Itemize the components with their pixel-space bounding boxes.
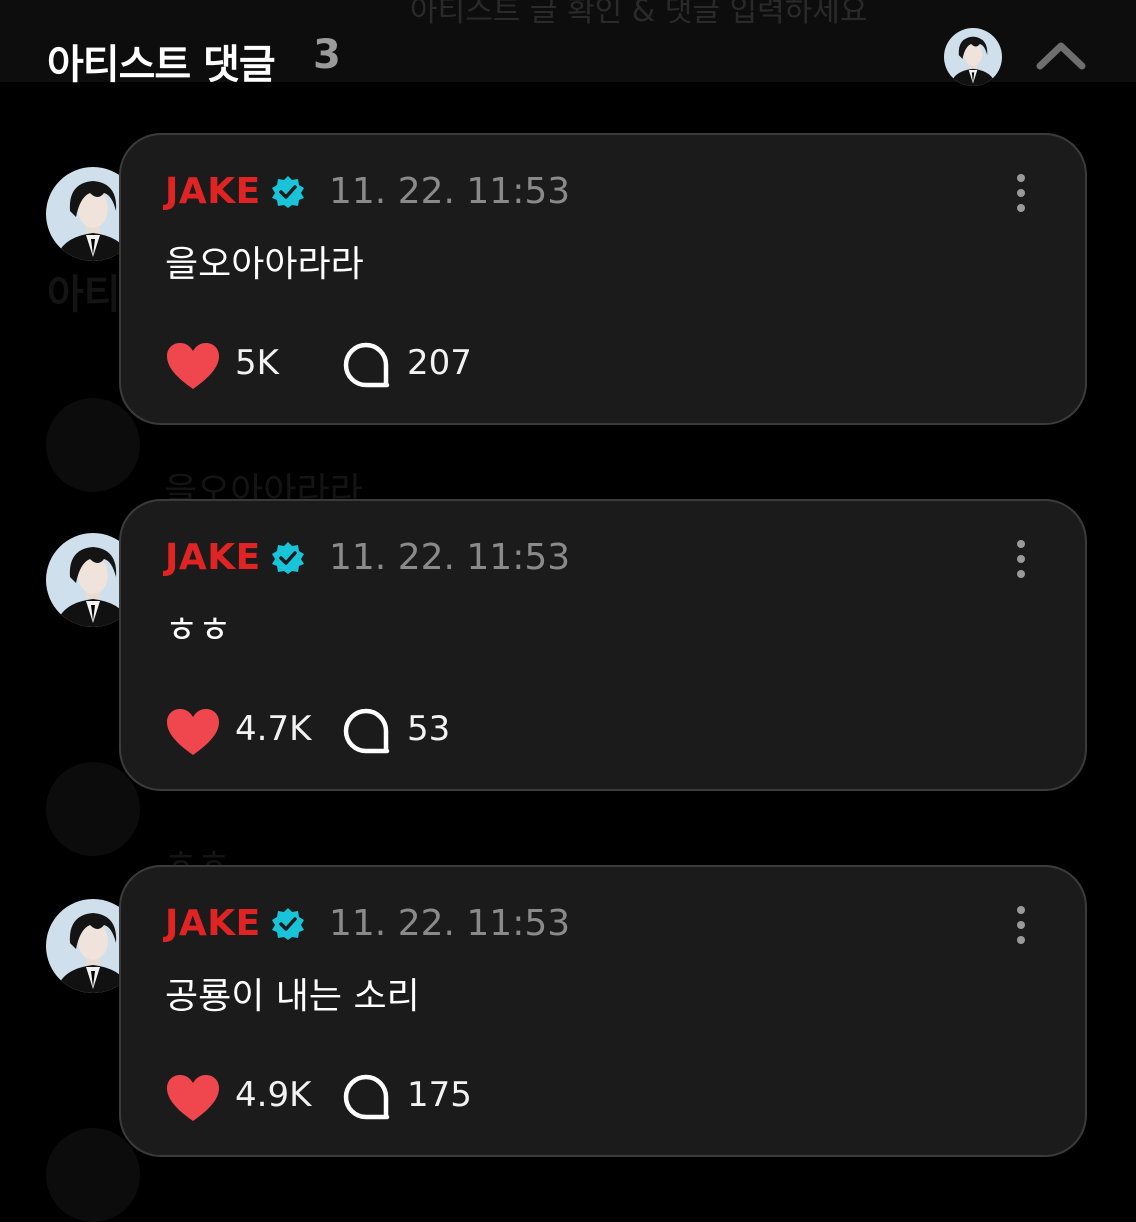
verified-badge-icon [272,176,304,208]
chevron-up-icon[interactable] [1034,36,1088,76]
comment-text: 공룡이 내는 소리 [165,976,420,1017]
heart-icon[interactable] [165,341,221,391]
top-cut-text: 아티스트 글 확인 & 댓글 입력하세요 [410,0,868,29]
comment-card[interactable]: JAKE 11. 22. 11:53 을오아아라라 5K 207 [119,133,1087,425]
like-count: 5K [235,343,279,383]
comment-card[interactable]: JAKE 11. 22. 11:53 공룡이 내는 소리 4.9K 175 [119,865,1087,1157]
heart-icon[interactable] [165,1073,221,1123]
author-name[interactable]: JAKE [165,537,261,578]
speech-bubble-icon[interactable] [341,341,391,391]
reply-count: 53 [407,709,451,749]
speech-bubble-icon[interactable] [341,707,391,757]
reply-count: 175 [407,1075,472,1115]
verified-badge-icon [272,908,304,940]
comment-count: 3 [313,32,341,78]
like-count: 4.7K [235,709,312,749]
comment-timestamp: 11. 22. 11:53 [329,537,571,578]
avatar[interactable] [944,28,1002,86]
background-echo-avatar [46,398,140,492]
more-vertical-icon[interactable] [1009,539,1033,579]
speech-bubble-icon[interactable] [341,1073,391,1123]
reply-count: 207 [407,343,472,383]
comment-timestamp: 11. 22. 11:53 [329,171,571,212]
more-vertical-icon[interactable] [1009,905,1033,945]
more-vertical-icon[interactable] [1009,173,1033,213]
comment-timestamp: 11. 22. 11:53 [329,903,571,944]
background-echo-avatar [46,1128,140,1222]
page-title: 아티스트 댓글 [47,42,276,88]
heart-icon[interactable] [165,707,221,757]
background-echo-avatar [46,762,140,856]
author-name[interactable]: JAKE [165,171,261,212]
verified-badge-icon [272,542,304,574]
like-count: 4.9K [235,1075,312,1115]
header-bar: 아티스트 글 확인 & 댓글 입력하세요 아티스트 댓글 3 [0,0,1136,88]
avatar-portrait-icon [944,28,1002,86]
comment-text: ㅎㅎ [165,610,232,651]
comment-text: 을오아아라라 [165,244,364,285]
author-name[interactable]: JAKE [165,903,261,944]
comment-card[interactable]: JAKE 11. 22. 11:53 ㅎㅎ 4.7K 53 [119,499,1087,791]
